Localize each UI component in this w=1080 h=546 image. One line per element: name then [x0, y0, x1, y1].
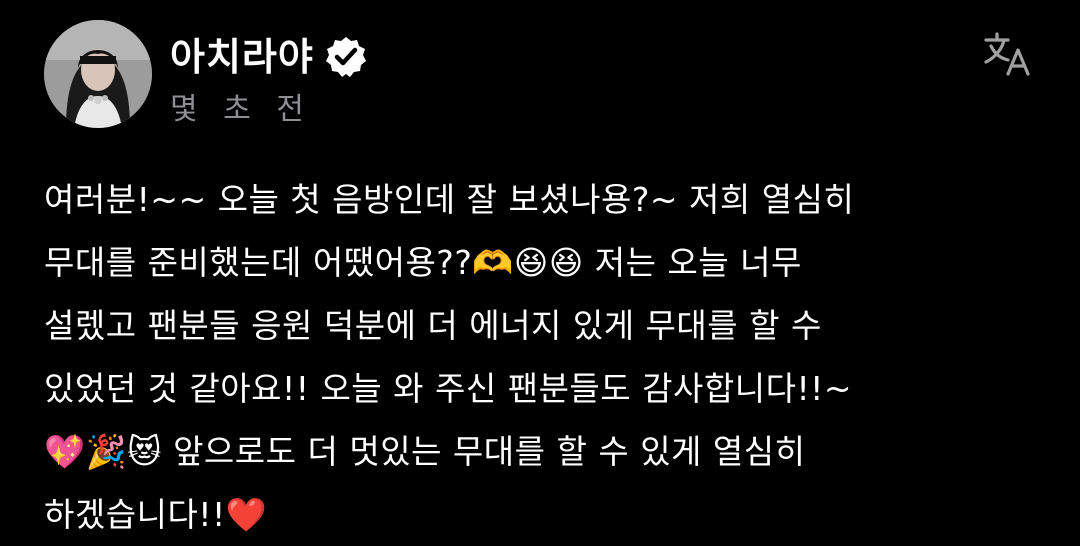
post-header: 아치라야 몇 초 전 [170, 30, 368, 128]
post-card: 아치라야 몇 초 전 여러분!~~ 오늘 첫 음방인데 잘 보셨나용?~ 저희 … [0, 0, 1080, 544]
author-row: 아치라야 [170, 30, 368, 84]
verified-badge-icon [324, 35, 368, 79]
timestamp: 몇 초 전 [170, 92, 312, 127]
avatar[interactable] [44, 20, 152, 128]
avatar-image [44, 20, 152, 128]
translate-icon[interactable] [982, 28, 1034, 80]
post-body-text: 여러분!~~ 오늘 첫 음방인데 잘 보셨나용?~ 저희 열심히 무대를 준비했… [44, 180, 855, 534]
author-name[interactable]: 아치라야 [170, 30, 314, 84]
